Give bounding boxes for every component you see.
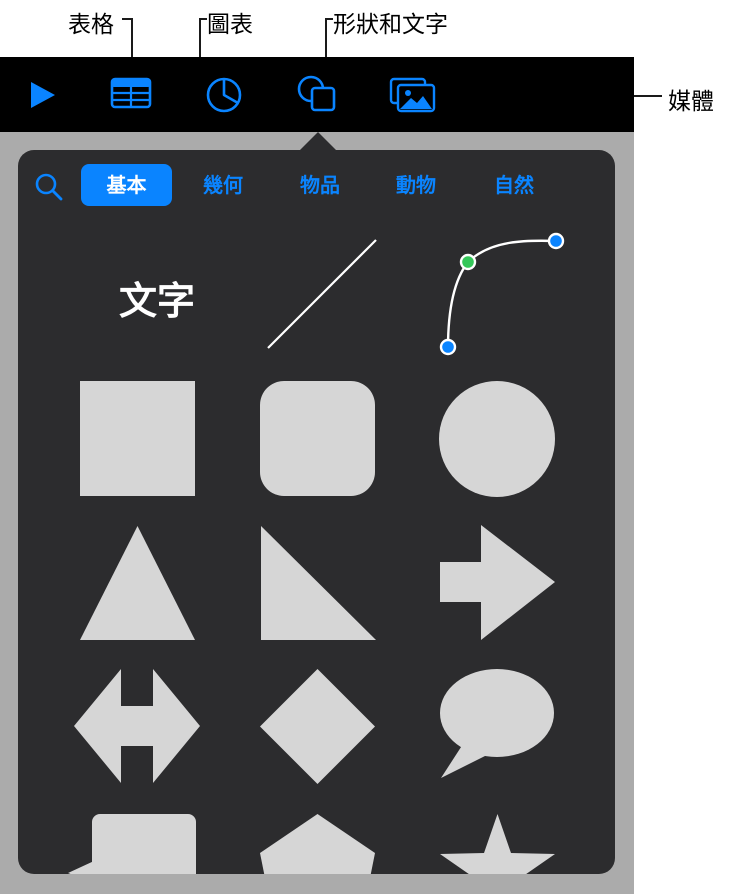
toolbar bbox=[0, 57, 634, 132]
circle-shape[interactable] bbox=[439, 381, 555, 497]
table-icon bbox=[110, 77, 152, 109]
callout-shape-text: 形狀和文字 bbox=[333, 12, 448, 38]
play-button[interactable] bbox=[26, 79, 58, 111]
play-icon bbox=[31, 82, 55, 108]
curve-shape[interactable] bbox=[436, 230, 570, 360]
shape-icon bbox=[297, 75, 336, 112]
line-shape[interactable] bbox=[260, 236, 380, 350]
callout-shape-text-line-tick bbox=[325, 18, 333, 20]
tab-animals[interactable]: 動物 bbox=[371, 164, 461, 206]
diamond-shape[interactable] bbox=[259, 668, 376, 785]
double-arrow-shape[interactable] bbox=[73, 668, 201, 784]
pentagon-shape[interactable] bbox=[259, 813, 376, 874]
chart-button[interactable] bbox=[204, 75, 244, 115]
tab-geometry[interactable]: 幾何 bbox=[178, 164, 268, 206]
square-shape[interactable] bbox=[80, 381, 195, 496]
callout-square-shape[interactable] bbox=[66, 813, 198, 874]
callout-chart: 圖表 bbox=[207, 12, 253, 38]
speech-bubble-shape[interactable] bbox=[439, 666, 556, 782]
callout-table-line-tick bbox=[122, 18, 132, 20]
callout-table: 表格 bbox=[68, 12, 114, 38]
arrow-shape[interactable] bbox=[439, 524, 556, 641]
callout-media: 媒體 bbox=[668, 89, 714, 115]
triangle-shape[interactable] bbox=[79, 524, 196, 641]
tab-nature[interactable]: 自然 bbox=[469, 164, 559, 206]
popover-arrow bbox=[300, 132, 336, 150]
star-shape[interactable] bbox=[439, 813, 556, 874]
callout-chart-line-tick bbox=[199, 18, 207, 20]
right-triangle-shape[interactable] bbox=[260, 524, 377, 641]
shape-button[interactable] bbox=[295, 73, 339, 115]
text-shape[interactable]: 文字 bbox=[98, 270, 216, 325]
table-button[interactable] bbox=[109, 76, 153, 112]
media-icon bbox=[389, 77, 436, 113]
search-button[interactable] bbox=[32, 170, 66, 204]
shapes-popover: 基本 幾何 物品 動物 自然 文字 bbox=[18, 150, 615, 874]
media-button[interactable] bbox=[389, 77, 437, 113]
pie-chart-icon bbox=[206, 77, 242, 113]
tab-objects[interactable]: 物品 bbox=[275, 164, 365, 206]
search-icon bbox=[35, 173, 63, 201]
tab-basic[interactable]: 基本 bbox=[81, 164, 172, 206]
rounded-square-shape[interactable] bbox=[260, 381, 375, 496]
